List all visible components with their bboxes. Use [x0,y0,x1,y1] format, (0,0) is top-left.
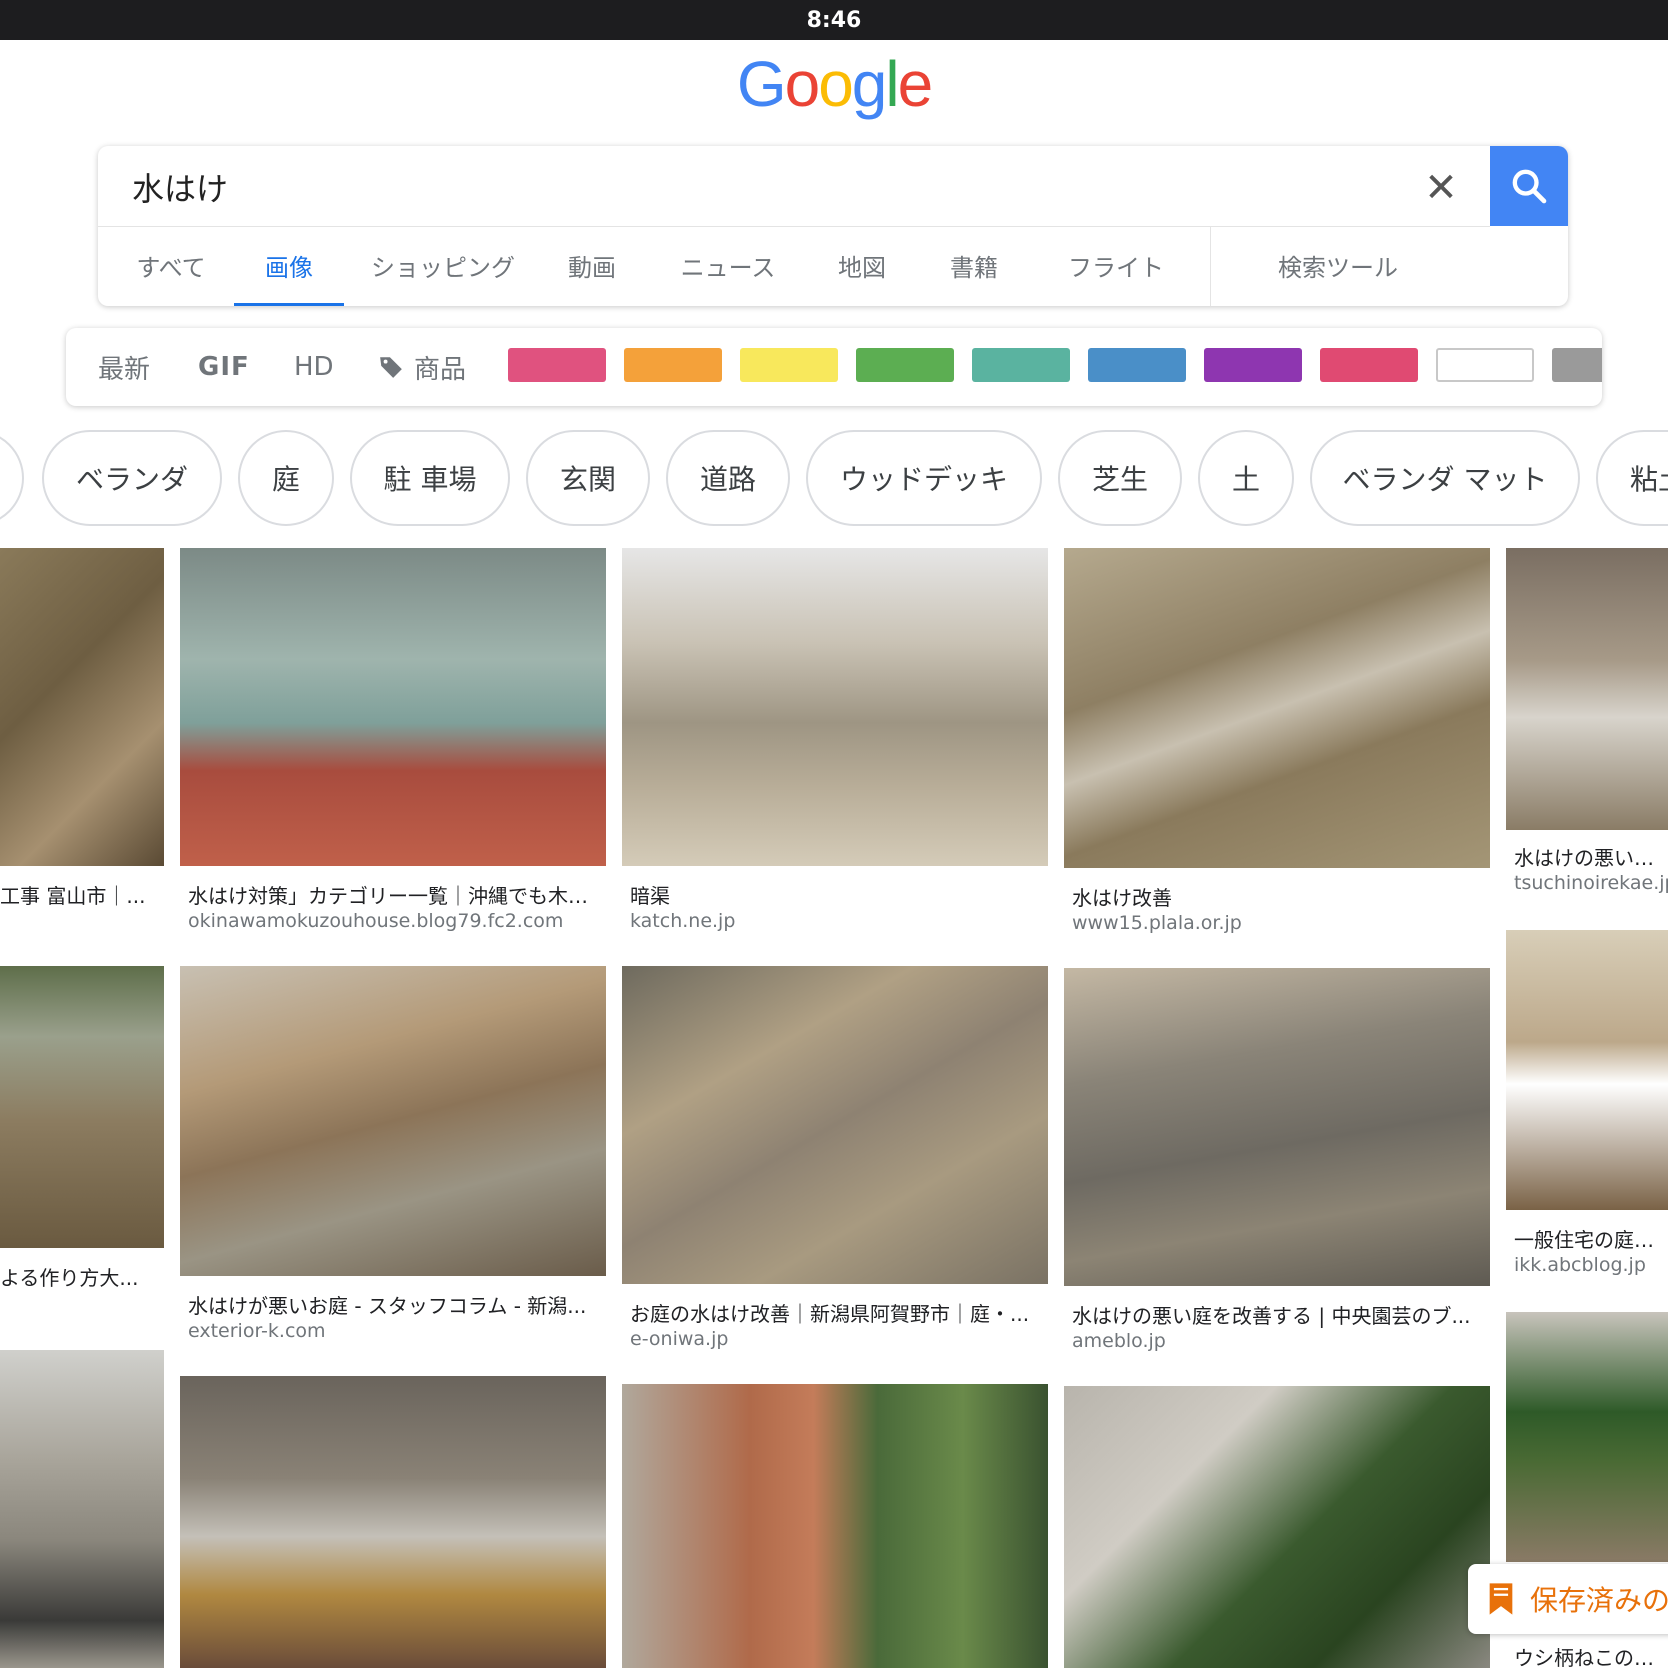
result-title[interactable]: 水はけの悪い土ヤ [1514,842,1668,871]
result-card[interactable]: よる作り方大... [0,966,164,1290]
result-thumbnail[interactable] [1064,548,1490,868]
result-card[interactable] [0,1350,164,1668]
saved-button[interactable]: 保存済みの [1468,1564,1668,1634]
result-card[interactable]: 一般住宅の庭や家 ikk.abcblog.jp [1506,930,1668,1300]
result-title[interactable]: 水はけ対策」カテゴリー一覧｜沖縄でも木造... [188,880,598,909]
result-title[interactable]: 水はけ改善 [1072,882,1482,911]
result-title[interactable]: お庭の水はけ改善｜新潟県阿賀野市｜庭・... [630,1298,1040,1327]
result-title[interactable]: 暗渠 [630,880,1040,909]
result-thumbnail[interactable] [622,966,1048,1284]
result-card[interactable]: 暗渠 katch.ne.jp [622,548,1048,938]
bookmark-icon [1489,1583,1513,1615]
result-title[interactable]: 水はけの悪い庭を改善する | 中央園芸のブ... [1072,1300,1482,1329]
result-title[interactable]: 一般住宅の庭や家 [1514,1224,1668,1253]
result-thumbnail[interactable] [622,548,1048,866]
result-thumbnail[interactable] [180,966,606,1276]
result-thumbnail[interactable] [0,966,164,1248]
result-thumbnail[interactable] [1064,1386,1490,1668]
result-title[interactable]: 水はけが悪いお庭 - スタッフコラム - 新潟... [188,1290,598,1319]
result-thumbnail[interactable] [1506,1312,1668,1562]
result-card[interactable]: 工事 富山市｜... [0,548,164,938]
result-card[interactable]: 水はけが悪いお庭 - スタッフコラム - 新潟... exterior-k.co… [180,966,606,1346]
result-thumbnail[interactable] [0,548,164,866]
result-title[interactable]: よる作り方大... [0,1262,156,1291]
result-source: exterior-k.com [188,1320,326,1342]
result-source: tsuchinoirekae.jp [1514,872,1668,894]
result-card[interactable]: お庭の水はけ改善｜新潟県阿賀野市｜庭・... e-oniwa.jp [622,966,1048,1356]
result-source: okinawamokuzouhouse.blog79.fc2.com [188,910,564,932]
result-title[interactable]: 工事 富山市｜... [0,880,156,909]
result-thumbnail[interactable] [1506,930,1668,1210]
result-title[interactable]: ウシ柄ねこのブロ [1514,1642,1668,1668]
result-card[interactable] [622,1384,1048,1668]
result-thumbnail[interactable] [180,548,606,866]
result-card[interactable]: 水はけの悪い土ヤ tsuchinoirekae.jp [1506,548,1668,918]
result-source: www15.plala.or.jp [1072,912,1242,934]
result-thumbnail[interactable] [1064,968,1490,1286]
result-thumbnail[interactable] [1506,548,1668,830]
result-card[interactable]: 水はけ対策」カテゴリー一覧｜沖縄でも木造... okinawamokuzouho… [180,548,606,938]
result-thumbnail[interactable] [622,1384,1048,1668]
result-card[interactable] [180,1376,606,1668]
result-thumbnail[interactable] [0,1350,164,1668]
result-source: ikk.abcblog.jp [1514,1254,1646,1276]
result-card[interactable]: 水はけの悪い庭を改善する | 中央園芸のブ... ameblo.jp [1064,968,1490,1360]
result-card[interactable]: 水はけ改善 www15.plala.or.jp [1064,548,1490,940]
result-card[interactable] [1064,1386,1490,1668]
saved-label: 保存済みの [1530,1584,1668,1617]
result-source: e-oniwa.jp [630,1328,729,1350]
result-source: katch.ne.jp [630,910,736,932]
result-thumbnail[interactable] [180,1376,606,1668]
image-results: 工事 富山市｜... 水はけ対策」カテゴリー一覧｜沖縄でも木造... okina… [0,0,1668,1668]
result-source: ameblo.jp [1072,1330,1166,1352]
